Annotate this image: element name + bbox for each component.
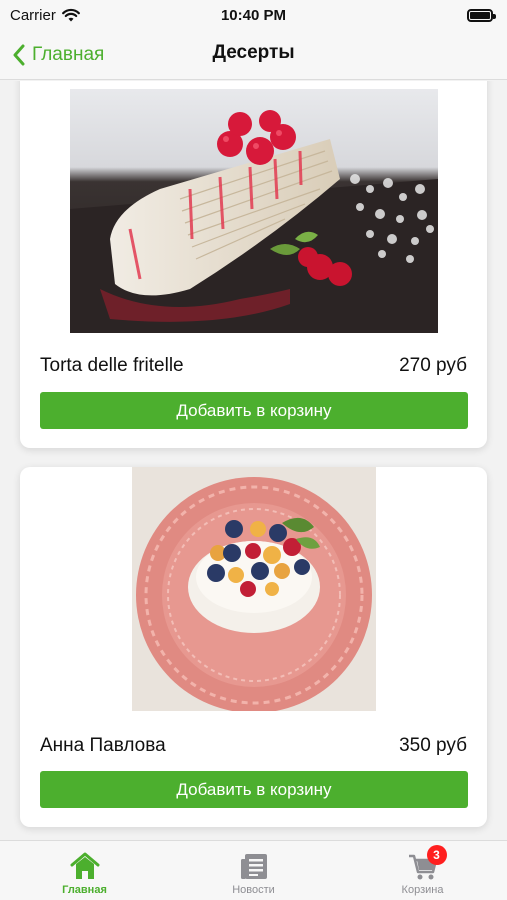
news-icon <box>238 851 270 881</box>
wifi-icon <box>61 8 80 22</box>
product-card: Анна Павлова 350 руб Добавить в корзину <box>20 467 487 827</box>
cake-photo <box>70 89 438 333</box>
tab-cart-label: Корзина <box>401 884 444 896</box>
battery-icon <box>467 8 496 22</box>
add-to-cart-button[interactable]: Добавить в корзину <box>40 392 468 429</box>
tab-news-label: Новости <box>232 884 275 896</box>
status-bar: Carrier 10:40 PM <box>0 0 507 30</box>
cart-icon: 3 <box>407 845 447 881</box>
add-to-cart-button[interactable]: Добавить в корзину <box>40 771 468 808</box>
product-price: 350 руб <box>399 735 467 756</box>
product-name: Анна Павлова <box>40 735 166 756</box>
product-image <box>70 89 438 333</box>
status-left: Carrier <box>10 7 80 24</box>
home-icon <box>69 851 101 881</box>
tab-home[interactable]: Главная <box>0 841 169 900</box>
carrier-label: Carrier <box>10 6 56 24</box>
product-image <box>132 467 376 711</box>
product-price: 270 руб <box>399 355 467 376</box>
product-card: Torta delle fritelle 270 руб Добавить в … <box>20 81 487 448</box>
pavlova-photo <box>132 467 376 711</box>
cart-badge: 3 <box>426 845 447 865</box>
tab-news[interactable]: Новости <box>169 841 338 900</box>
navigation-bar: Главная Десерты <box>0 30 507 80</box>
page-title: Десерты <box>212 42 295 63</box>
tab-cart[interactable]: 3 Корзина <box>338 841 507 900</box>
tab-home-label: Главная <box>62 884 107 896</box>
product-list[interactable]: Torta delle fritelle 270 руб Добавить в … <box>0 81 507 840</box>
product-name: Torta delle fritelle <box>40 355 184 376</box>
tab-bar: Главная Новости 3 Корзина <box>0 840 507 900</box>
